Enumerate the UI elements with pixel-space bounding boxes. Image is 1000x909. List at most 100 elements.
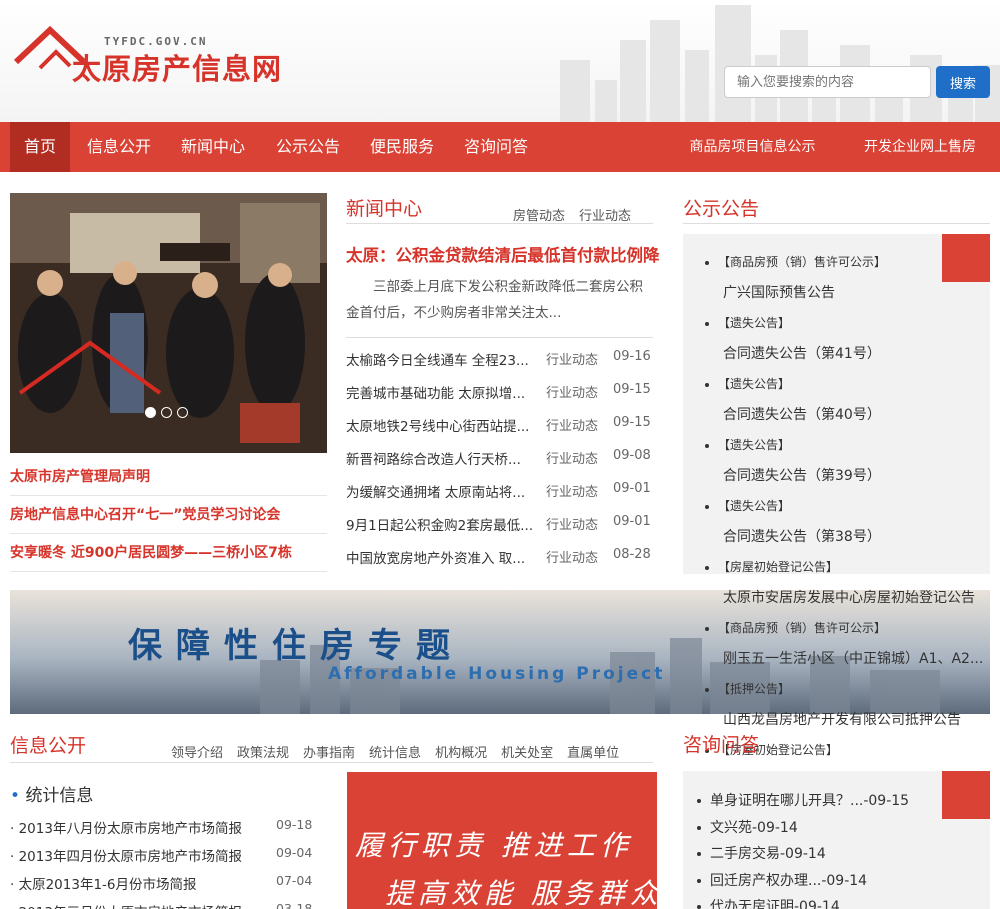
announcement-item[interactable]: 【商品房预（销）售许可公示】广兴国际预售公告 [705, 253, 995, 314]
announcement-title[interactable]: 广兴国际预售公告 [723, 282, 835, 302]
promo-banner[interactable]: 履行职责 推进工作 提高效能 服务群众 [347, 772, 657, 909]
nav-item-project-info[interactable]: 商品房项目信息公示 [680, 122, 825, 172]
nav-item-qa[interactable]: 咨询问答 [455, 122, 537, 172]
announcement-title[interactable]: 合同遗失公告（第39号） [723, 465, 881, 485]
qa-item-label[interactable]: 回迁房产权办理...-09-14 [710, 873, 867, 889]
announcement-item[interactable]: 【房屋初始登记公告】太原市安居房发展中心房屋初始登记公告 [705, 558, 995, 619]
qa-more-block[interactable] [942, 771, 990, 819]
statistics-row-title[interactable]: · 2013年四月份太原市房地产市场简报 [10, 849, 242, 865]
announcement-category[interactable]: 【遗失公告】 [705, 436, 790, 453]
statistics-row-title[interactable]: · 2013年八月份太原市房地产市场简报 [10, 821, 242, 837]
site-logo[interactable]: TYFDC.GOV.CN 太原房产信息网 [12, 26, 312, 86]
slider-link-2[interactable]: 房地产信息中心召开“七一”党员学习讨论会 [10, 496, 327, 534]
news-row[interactable]: 太原地铁2号线中心街西站提... 行业动态 09-15 [346, 415, 652, 448]
news-row[interactable]: 新晋祠路综合改造人行天桥... 行业动态 09-08 [346, 448, 652, 481]
news-slideshow[interactable] [10, 193, 327, 453]
announcement-title[interactable]: 太原市安居房发展中心房屋初始登记公告 [723, 587, 975, 607]
info-section-title[interactable]: 信息公开 [10, 731, 86, 758]
announcements-section-title[interactable]: 公示公告 [683, 194, 759, 221]
announcement-category[interactable]: 【遗失公告】 [705, 375, 790, 392]
qa-item-label[interactable]: 代办无房证明-09-14 [710, 899, 840, 909]
statistics-row-title[interactable]: · 太原2013年1-6月份市场简报 [10, 877, 197, 893]
news-row-title[interactable]: 太榆路今日全线通车 全程23... [346, 349, 534, 369]
announcement-title[interactable]: 刚玉五一生活小区（中正锦城）A1、A2... [723, 648, 983, 668]
statistics-heading-label: 统计信息 [25, 786, 94, 806]
announcement-category[interactable]: 【房屋初始登记公告】 [705, 558, 838, 575]
search-input[interactable] [724, 66, 931, 98]
announcement-title[interactable]: 合同遗失公告（第40号） [723, 404, 881, 424]
nav-item-services[interactable]: 便民服务 [361, 122, 443, 172]
qa-item-label[interactable]: 二手房交易-09-14 [710, 846, 826, 862]
announcement-item[interactable]: 【遗失公告】合同遗失公告（第38号） [705, 497, 995, 558]
statistics-row[interactable]: · 2013年四月份太原市房地产市场简报 09-04 [10, 845, 312, 873]
tab-offices[interactable]: 机关处室 [501, 746, 553, 761]
statistics-row[interactable]: · 2013年三月份太原市房地产市场简报 03-18 [10, 901, 312, 909]
qa-section-title[interactable]: 咨询问答 [683, 730, 759, 757]
announcement-title[interactable]: 合同遗失公告（第38号） [723, 526, 881, 546]
announcement-category-label[interactable]: 【遗失公告】 [718, 316, 790, 330]
announcement-category[interactable]: 【遗失公告】 [705, 314, 790, 331]
announcement-category-label[interactable]: 【房屋初始登记公告】 [718, 560, 838, 574]
announcement-title[interactable]: 合同遗失公告（第41号） [723, 343, 881, 363]
slide-dot-2[interactable] [161, 407, 172, 418]
nav-item-news[interactable]: 新闻中心 [172, 122, 254, 172]
announcement-category-label[interactable]: 【遗失公告】 [718, 377, 790, 391]
qa-item-label[interactable]: 文兴苑-09-14 [710, 820, 798, 836]
info-tabs: 领导介绍 政策法规 办事指南 统计信息 机构概况 机关处室 直属单位 [157, 742, 619, 761]
news-section-title[interactable]: 新闻中心 [346, 194, 422, 221]
tab-leaders[interactable]: 领导介绍 [171, 746, 223, 761]
news-row-title[interactable]: 新晋祠路综合改造人行天桥... [346, 448, 534, 468]
slide-dot-1[interactable] [145, 407, 156, 418]
news-row[interactable]: 完善城市基础功能 太原拟增... 行业动态 09-15 [346, 382, 652, 415]
statistics-row-title[interactable]: · 2013年三月份太原市房地产市场简报 [10, 905, 242, 909]
qa-item[interactable]: 二手房交易-09-14 [697, 843, 909, 870]
qa-item-label[interactable]: 单身证明在哪儿开具？...-09-15 [710, 793, 909, 809]
nav-item-home[interactable]: 首页 [10, 122, 70, 172]
announcement-category[interactable]: 【遗失公告】 [705, 497, 790, 514]
qa-item[interactable]: 回迁房产权办理...-09-14 [697, 870, 909, 897]
headline-news[interactable]: 太原：公积金贷款结清后最低首付款比例降 [346, 242, 660, 266]
tab-industry-news[interactable]: 行业动态 [579, 209, 631, 224]
news-row-title[interactable]: 为缓解交通拥堵 太原南站将... [346, 481, 534, 501]
announcement-category-label[interactable]: 【抵押公告】 [718, 682, 790, 696]
news-row-date: 09-15 [613, 415, 651, 430]
news-row-title[interactable]: 中国放宽房地产外资准入 取... [346, 547, 534, 567]
search-button[interactable]: 搜索 [936, 66, 990, 98]
slider-link-1[interactable]: 太原市房产管理局声明 [10, 458, 327, 496]
nav-item-online-sales[interactable]: 开发企业网上售房 [855, 122, 985, 172]
announcement-title[interactable]: 山西龙昌房地产开发有限公司抵押公告 [723, 709, 961, 729]
slider-link-3[interactable]: 安享暖冬 近900户居民圆梦——三桥小区7栋 [10, 534, 327, 572]
qa-item[interactable]: 单身证明在哪儿开具？...-09-15 [697, 790, 909, 817]
nav-item-info-public[interactable]: 信息公开 [80, 122, 158, 172]
slide-dot-3[interactable] [177, 407, 188, 418]
tab-overview[interactable]: 机构概况 [435, 746, 487, 761]
news-row[interactable]: 9月1日起公积金购2套房最低... 行业动态 09-01 [346, 514, 652, 547]
news-row[interactable]: 为缓解交通拥堵 太原南站将... 行业动态 09-01 [346, 481, 652, 514]
tab-statistics[interactable]: 统计信息 [369, 746, 421, 761]
tab-house-news[interactable]: 房管动态 [513, 209, 565, 224]
announcement-category-label[interactable]: 【遗失公告】 [718, 438, 790, 452]
announcement-category[interactable]: 【商品房预（销）售许可公示】 [705, 619, 886, 636]
announcement-item[interactable]: 【商品房预（销）售许可公示】刚玉五一生活小区（中正锦城）A1、A2... [705, 619, 995, 680]
announcement-item[interactable]: 【遗失公告】合同遗失公告（第39号） [705, 436, 995, 497]
announcement-item[interactable]: 【遗失公告】合同遗失公告（第40号） [705, 375, 995, 436]
announcement-item[interactable]: 【遗失公告】合同遗失公告（第41号） [705, 314, 995, 375]
qa-item[interactable]: 代办无房证明-09-14 [697, 896, 909, 909]
news-row[interactable]: 太榆路今日全线通车 全程23... 行业动态 09-16 [346, 349, 652, 382]
announcement-category-label[interactable]: 【商品房预（销）售许可公示】 [718, 255, 886, 269]
announcement-category-label[interactable]: 【商品房预（销）售许可公示】 [718, 621, 886, 635]
announcement-category-label[interactable]: 【遗失公告】 [718, 499, 790, 513]
news-row-title[interactable]: 9月1日起公积金购2套房最低... [346, 514, 534, 534]
announcement-category[interactable]: 【抵押公告】 [705, 680, 790, 697]
news-row[interactable]: 中国放宽房地产外资准入 取... 行业动态 08-28 [346, 547, 652, 580]
statistics-row[interactable]: · 2013年八月份太原市房地产市场简报 09-18 [10, 817, 312, 845]
nav-item-announcements[interactable]: 公示公告 [267, 122, 349, 172]
announcement-category[interactable]: 【商品房预（销）售许可公示】 [705, 253, 886, 270]
statistics-row[interactable]: · 太原2013年1-6月份市场简报 07-04 [10, 873, 312, 901]
tab-affiliates[interactable]: 直属单位 [567, 746, 619, 761]
news-row-title[interactable]: 完善城市基础功能 太原拟增... [346, 382, 534, 402]
qa-item[interactable]: 文兴苑-09-14 [697, 817, 909, 844]
news-row-title[interactable]: 太原地铁2号线中心街西站提... [346, 415, 534, 435]
tab-guides[interactable]: 办事指南 [303, 746, 355, 761]
tab-policies[interactable]: 政策法规 [237, 746, 289, 761]
